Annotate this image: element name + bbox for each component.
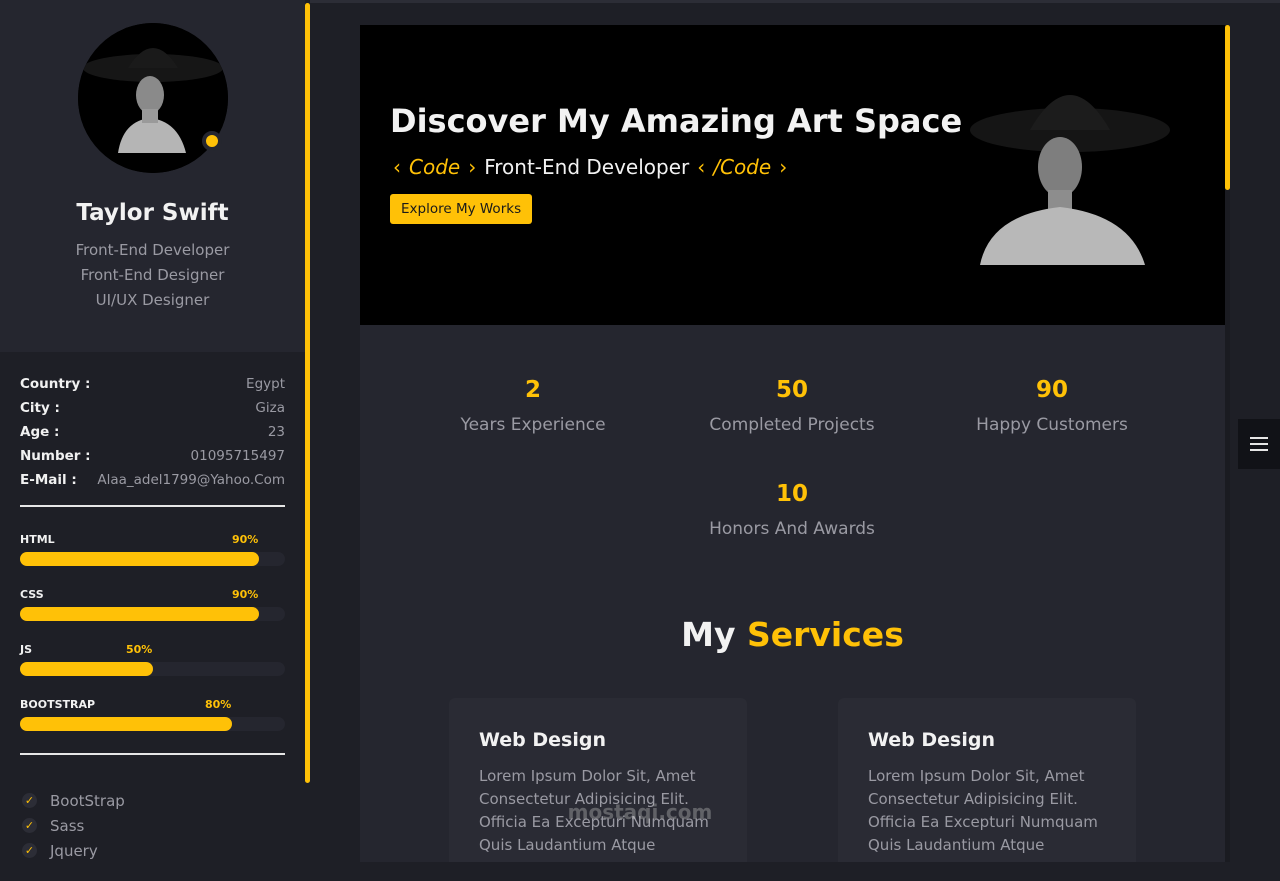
skill-progress-fill xyxy=(20,552,259,566)
code-open-text: Code xyxy=(409,155,461,179)
skills-list: HTML 90% CSS 90% JS 50% BOOTSTRAP 80% xyxy=(0,507,305,747)
stat-label: Happy Customers xyxy=(976,415,1128,435)
code-close-text: /Code xyxy=(713,155,772,179)
stat-number: 10 xyxy=(775,481,808,507)
sidebar: Taylor Swift Front-End Developer Front-E… xyxy=(0,0,305,881)
extra-skill-label: Jquery xyxy=(50,841,98,860)
skill-progress-fill xyxy=(20,662,153,676)
hero-subtitle: ‹ Code › Front-End Developer ‹ /Code › xyxy=(393,155,787,179)
stat-number: 50 xyxy=(775,377,808,403)
info-key: Number : xyxy=(20,448,91,464)
stat-item: 90 Happy Customers xyxy=(922,377,1182,435)
skill-percent: 90% xyxy=(232,588,259,601)
services-heading-plain: My xyxy=(681,615,736,654)
info-value: 23 xyxy=(267,424,285,440)
watermark: mostaqi.com xyxy=(567,800,713,824)
sidebar-scrollbar[interactable] xyxy=(305,3,310,783)
skill-name: JS xyxy=(20,643,33,656)
check-icon: ✓ xyxy=(22,793,37,808)
menu-toggle-button[interactable] xyxy=(1238,419,1280,469)
portrait-image xyxy=(82,48,223,153)
stat-item: 50 Completed Projects xyxy=(662,377,922,435)
profile-card: Taylor Swift Front-End Developer Front-E… xyxy=(0,0,305,352)
info-row-city: City : Giza xyxy=(20,396,285,420)
role-item: UI/UX Designer xyxy=(95,291,210,309)
role-item: Front-End Designer xyxy=(80,266,225,284)
explore-works-button[interactable]: Explore My Works xyxy=(390,194,533,224)
service-card[interactable]: Web Design Lorem Ipsum Dolor Sit, Amet C… xyxy=(449,698,747,862)
extra-skill-label: BootStrap xyxy=(50,791,125,810)
service-card-text: Lorem Ipsum Dolor Sit, Amet Consectetur … xyxy=(868,767,1098,854)
skill-progress-bar xyxy=(20,552,285,566)
info-row-number: Number : 01095715497 xyxy=(20,444,285,468)
skill-percent: 80% xyxy=(205,698,232,711)
extra-skill-item: ✓ Sass xyxy=(22,813,285,838)
service-card-title: Web Design xyxy=(868,729,995,751)
check-icon: ✓ xyxy=(22,843,37,858)
stat-label: Honors And Awards xyxy=(709,519,875,539)
info-key: City : xyxy=(20,400,60,416)
skill-bootstrap: BOOTSTRAP 80% xyxy=(20,692,285,747)
stat-number: 2 xyxy=(524,377,541,403)
info-key: E-Mail : xyxy=(20,472,77,488)
chevron-right-icon: › xyxy=(468,155,477,179)
skill-css: CSS 90% xyxy=(20,582,285,637)
info-value: Alaa_adel1799@Yahoo.Com xyxy=(97,472,285,488)
skill-progress-bar xyxy=(20,607,285,621)
extra-skill-label: Sass xyxy=(50,816,85,835)
stats-section: 2 Years Experience 50 Completed Projects… xyxy=(360,325,1225,625)
skill-name: CSS xyxy=(20,588,44,601)
top-strip xyxy=(310,0,1280,3)
info-key: Country : xyxy=(20,376,91,392)
main-content: Discover My Amazing Art Space ‹ Code › F… xyxy=(360,25,1225,862)
chevron-left-icon: ‹ xyxy=(697,155,706,179)
info-key: Age : xyxy=(20,424,60,440)
skill-percent: 50% xyxy=(126,643,153,656)
service-card-title: Web Design xyxy=(479,729,606,751)
services-heading-highlight: Services xyxy=(747,615,904,654)
info-value: 01095715497 xyxy=(190,448,285,464)
skill-progress-bar xyxy=(20,662,285,676)
skill-html: HTML 90% xyxy=(20,527,285,582)
extra-skill-item: ✓ Jquery xyxy=(22,838,285,863)
service-card[interactable]: Web Design Lorem Ipsum Dolor Sit, Amet C… xyxy=(838,698,1136,862)
skill-js: JS 50% xyxy=(20,637,285,692)
hero-banner: Discover My Amazing Art Space ‹ Code › F… xyxy=(360,25,1225,325)
check-icon: ✓ xyxy=(22,818,37,833)
services-heading: My Services xyxy=(360,615,1225,654)
hero-portrait-image xyxy=(970,95,1170,265)
hero-title: Discover My Amazing Art Space xyxy=(390,102,963,140)
skill-progress-bar xyxy=(20,717,285,731)
stat-item: 2 Years Experience xyxy=(403,377,663,435)
info-value: Giza xyxy=(255,400,285,416)
stat-item: 10 Honors And Awards xyxy=(662,481,922,539)
avatar[interactable] xyxy=(77,23,228,173)
online-status-dot xyxy=(201,131,222,151)
skill-name: HTML xyxy=(20,533,55,546)
chevron-right-icon: › xyxy=(779,155,788,179)
hamburger-icon xyxy=(1250,433,1268,455)
profile-name: Taylor Swift xyxy=(76,200,229,226)
profile-roles: Front-End Developer Front-End Designer U… xyxy=(76,238,230,313)
skill-name: BOOTSTRAP xyxy=(20,698,96,711)
info-row-age: Age : 23 xyxy=(20,420,285,444)
skill-percent: 90% xyxy=(232,533,259,546)
info-row-country: Country : Egypt xyxy=(20,372,285,396)
chevron-left-icon: ‹ xyxy=(393,155,401,179)
skill-progress-fill xyxy=(20,717,232,731)
stat-label: Years Experience xyxy=(460,415,606,435)
hero-role: Front-End Developer xyxy=(484,155,690,179)
skill-progress-fill xyxy=(20,607,259,621)
stat-label: Completed Projects xyxy=(709,415,875,435)
main-scrollbar-thumb[interactable] xyxy=(1225,25,1230,190)
extra-skills-list: ✓ BootStrap ✓ Sass ✓ Jquery xyxy=(0,755,305,863)
info-value: Egypt xyxy=(246,376,285,392)
role-item: Front-End Developer xyxy=(75,241,230,259)
personal-info: Country : Egypt City : Giza Age : 23 Num… xyxy=(0,352,305,492)
extra-skill-item: ✓ BootStrap xyxy=(22,788,285,813)
info-row-email: E-Mail : Alaa_adel1799@Yahoo.Com xyxy=(20,468,285,492)
stat-number: 90 xyxy=(1035,377,1068,403)
